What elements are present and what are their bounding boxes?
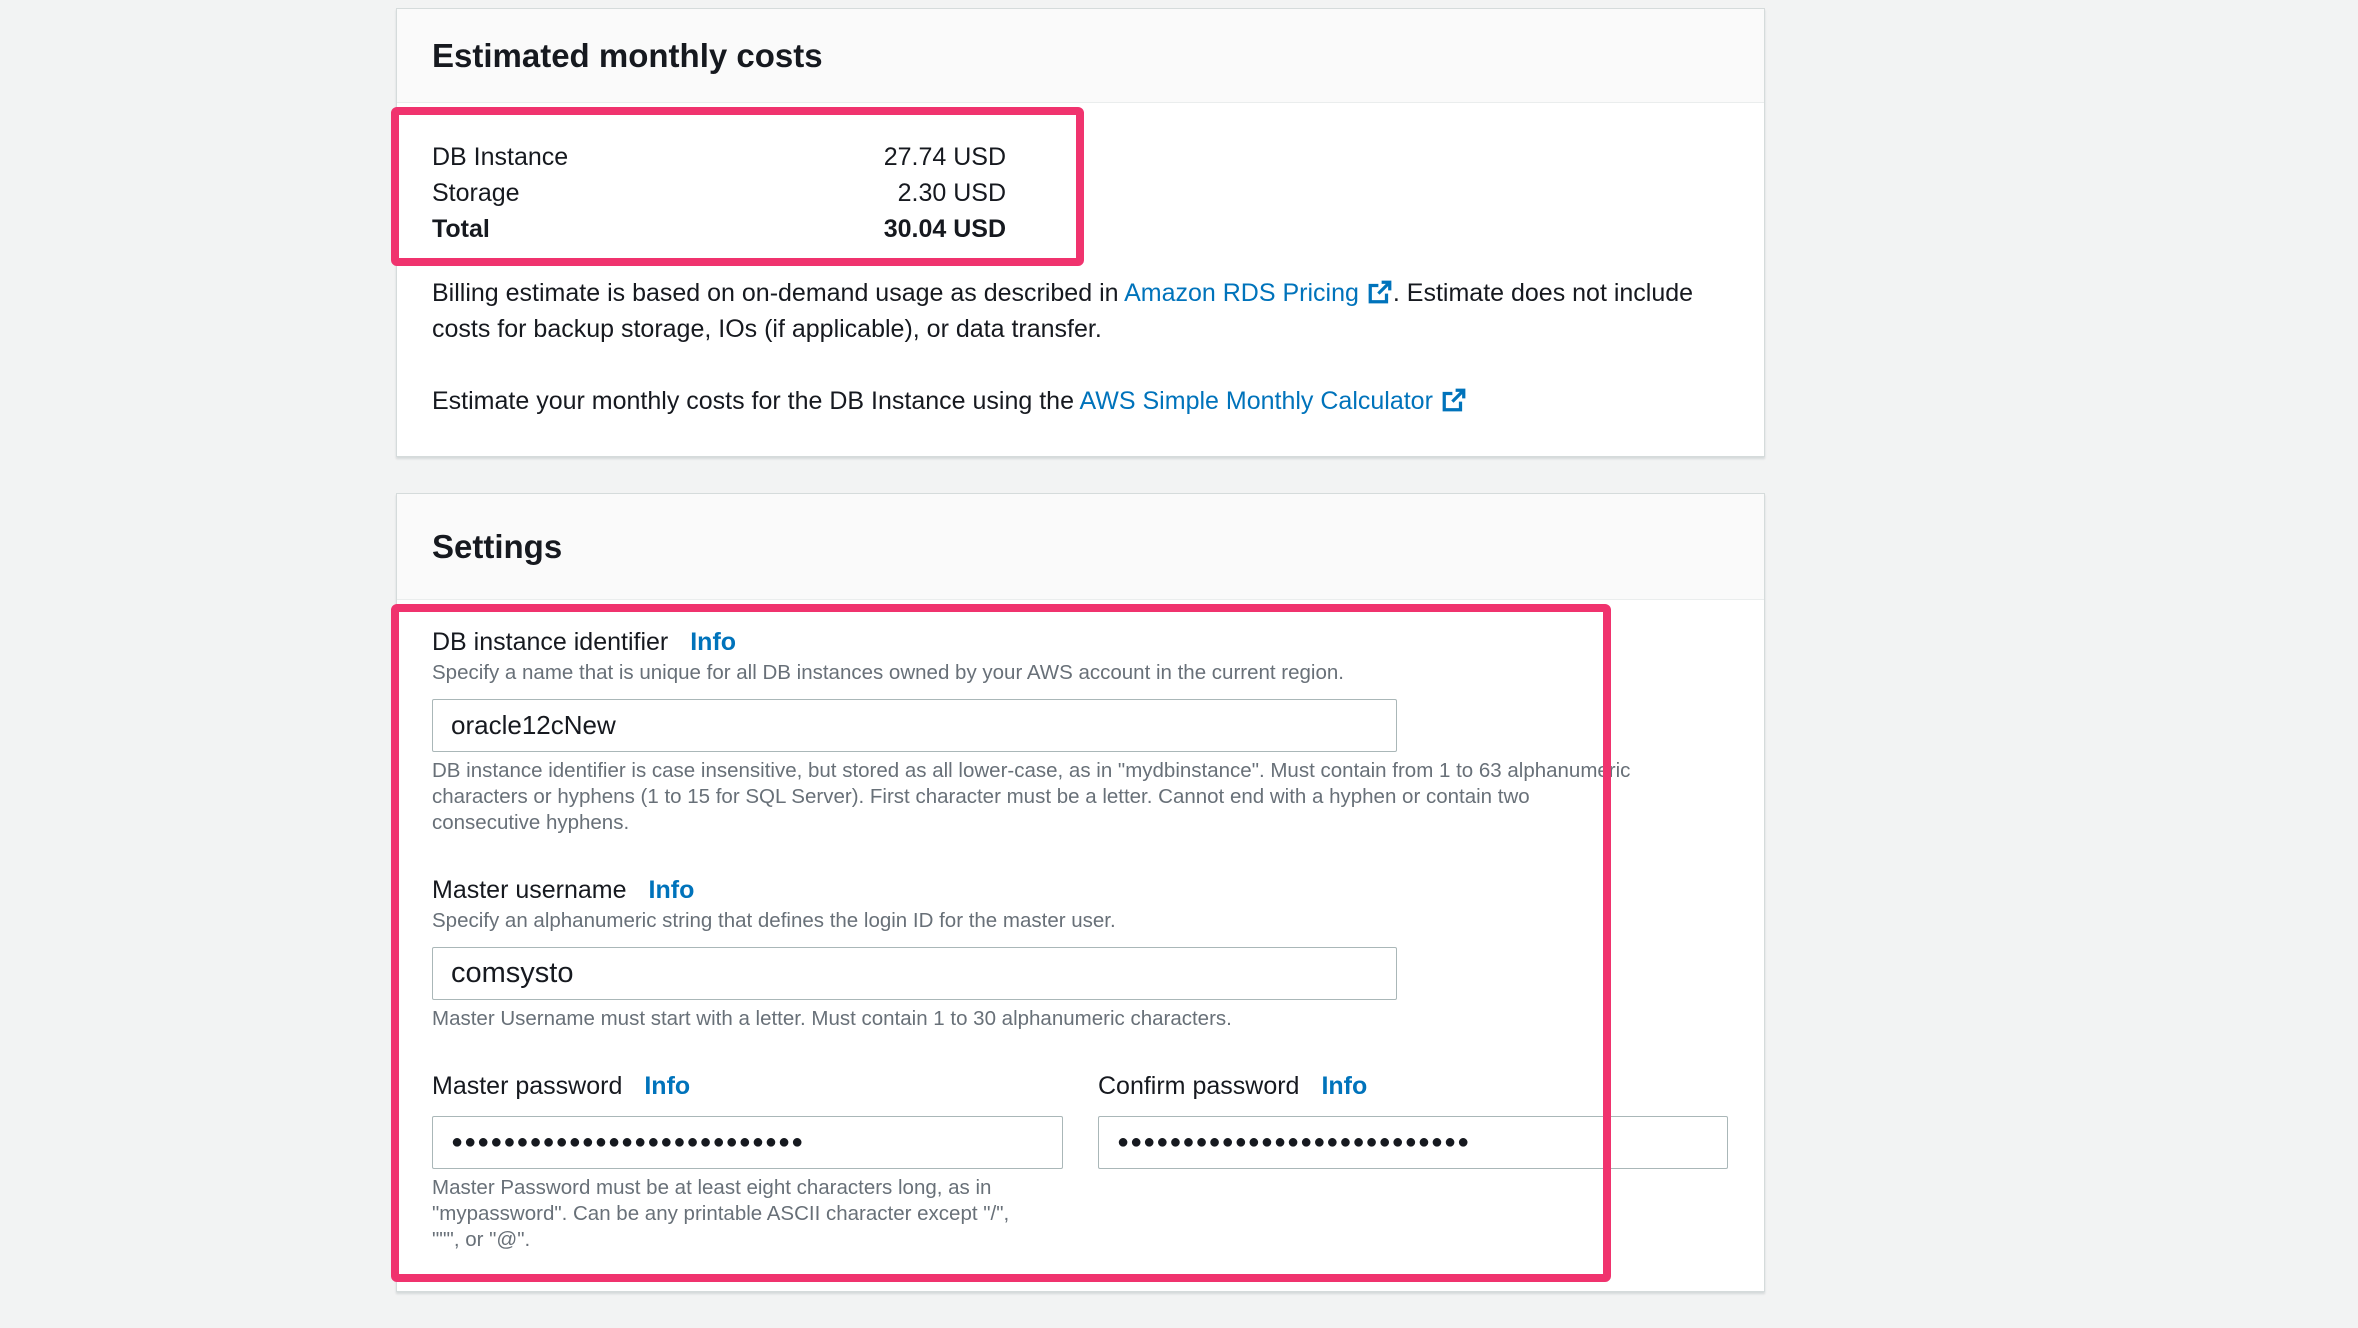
master-username-value: comsysto (451, 957, 574, 989)
field-label-text: Master username (432, 876, 627, 904)
calculator-text: Estimate your monthly costs for the DB I… (432, 383, 1467, 419)
settings-panel: Settings DB instance identifier Info Spec… (396, 493, 1765, 1292)
field-label-text: Master password (432, 1072, 623, 1100)
billing-text: Billing estimate is based on on-demand u… (432, 279, 1125, 307)
cost-table: DB Instance 27.74 USD Storage 2.30 USD T… (432, 139, 1006, 247)
billing-text: . Estimate does not include (1392, 279, 1694, 307)
master-password-label: Master password Info (432, 1072, 690, 1101)
constraint-line: DB instance identifier is case insensiti… (432, 759, 1631, 782)
cost-value: 30.04 USD (883, 214, 1006, 243)
constraint-line: characters or hyphens (1 to 15 for SQL S… (432, 785, 1530, 808)
master-username-constraint: Master Username must start with a letter… (432, 1007, 1232, 1030)
db-identifier-label: DB instance identifier Info (432, 628, 736, 657)
settings-panel-header: Settings (397, 494, 1764, 600)
master-password-info-link[interactable]: Info (644, 1072, 690, 1100)
field-label-text: DB instance identifier (432, 628, 669, 656)
master-username-label: Master username Info (432, 876, 694, 905)
cost-value: 27.74 USD (883, 142, 1006, 171)
master-password-input[interactable]: ●●●●●●●●●●●●●●●●●●●●●●●●●●● (432, 1116, 1063, 1169)
cost-panel-header: Estimated monthly costs (397, 9, 1764, 103)
billing-estimate-text: Billing estimate is based on on-demand u… (432, 275, 1693, 347)
confirm-password-value: ●●●●●●●●●●●●●●●●●●●●●●●●●●● (1117, 1131, 1471, 1153)
settings-panel-title: Settings (432, 527, 563, 565)
constraint-line: Master Password must be at least eight c… (432, 1176, 992, 1199)
master-username-description: Specify an alphanumeric string that defi… (432, 909, 1116, 932)
constraint-line: """, or "@". (432, 1228, 531, 1251)
master-password-value: ●●●●●●●●●●●●●●●●●●●●●●●●●●● (451, 1131, 805, 1153)
external-link-icon[interactable] (1441, 387, 1467, 413)
cost-panel-title: Estimated monthly costs (432, 36, 823, 74)
amazon-rds-pricing-link[interactable]: Amazon RDS Pricing (1124, 279, 1359, 307)
cost-label: Total (432, 214, 490, 243)
cost-row-total: Total 30.04 USD (432, 211, 1006, 247)
cost-row-storage: Storage 2.30 USD (432, 175, 1006, 211)
db-identifier-constraints: DB instance identifier is case insensiti… (432, 758, 1742, 836)
confirm-password-label: Confirm password Info (1098, 1072, 1367, 1101)
calc-text: Estimate your monthly costs for the DB I… (432, 387, 1080, 415)
confirm-password-input[interactable]: ●●●●●●●●●●●●●●●●●●●●●●●●●●● (1098, 1116, 1728, 1169)
db-identifier-description: Specify a name that is unique for all DB… (432, 661, 1344, 684)
field-label-text: Confirm password (1098, 1072, 1300, 1100)
master-password-constraints: Master Password must be at least eight c… (432, 1175, 1072, 1253)
cost-label: DB Instance (432, 142, 569, 171)
billing-text: costs for backup storage, IOs (if applic… (432, 315, 1102, 343)
external-link-icon[interactable] (1367, 279, 1393, 305)
db-identifier-input[interactable]: oracle12cNew (432, 699, 1397, 752)
aws-calculator-link[interactable]: AWS Simple Monthly Calculator (1080, 387, 1433, 415)
cost-label: Storage (432, 178, 520, 207)
cost-value: 2.30 USD (897, 178, 1006, 207)
constraint-line: consecutive hyphens. (432, 811, 630, 834)
db-identifier-value: oracle12cNew (451, 710, 616, 740)
db-identifier-info-link[interactable]: Info (690, 628, 736, 656)
cost-panel: Estimated monthly costs DB Instance 27.7… (396, 8, 1765, 457)
master-username-info-link[interactable]: Info (649, 876, 695, 904)
master-username-input[interactable]: comsysto (432, 947, 1397, 1000)
cost-row-db-instance: DB Instance 27.74 USD (432, 139, 1006, 175)
confirm-password-info-link[interactable]: Info (1321, 1072, 1367, 1100)
constraint-line: "mypassword". Can be any printable ASCII… (432, 1202, 1010, 1225)
